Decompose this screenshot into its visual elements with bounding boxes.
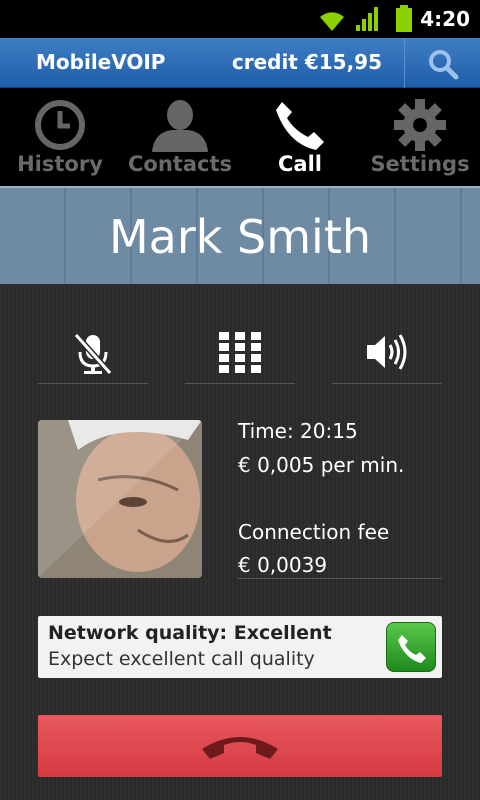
search-button[interactable]	[404, 38, 480, 88]
clock-icon	[35, 100, 85, 150]
divider	[38, 383, 148, 384]
phone-icon	[398, 635, 426, 663]
tab-call[interactable]: Call	[240, 88, 360, 186]
contact-name: Mark Smith	[108, 210, 372, 264]
person-icon	[152, 100, 208, 152]
battery-icon	[396, 5, 412, 32]
tab-label: History	[17, 152, 103, 176]
contact-photo	[38, 420, 202, 578]
tab-label: Contacts	[128, 152, 232, 176]
quality-phone-badge	[386, 622, 436, 672]
speaker-button[interactable]	[332, 324, 442, 384]
network-quality-panel: Network quality: Excellent Expect excell…	[38, 616, 442, 678]
tab-history[interactable]: History	[0, 88, 120, 186]
tab-label: Settings	[370, 152, 470, 176]
mute-button[interactable]	[38, 324, 148, 384]
app-title: MobileVOIP	[36, 50, 166, 74]
status-time: 4:20	[420, 7, 470, 31]
call-rate: € 0,005 per min.	[238, 453, 405, 477]
search-icon	[429, 50, 459, 80]
tab-settings[interactable]: Settings	[360, 88, 480, 186]
divider	[185, 383, 295, 384]
network-quality-title: Network quality: Excellent	[48, 622, 332, 644]
keypad-icon	[219, 332, 261, 373]
contact-photo-image	[38, 420, 202, 578]
divider	[332, 383, 442, 384]
phone-icon	[276, 102, 324, 150]
divider	[238, 578, 442, 579]
gear-icon	[394, 99, 446, 151]
signal-icon	[356, 7, 378, 31]
keypad-button[interactable]	[185, 324, 295, 384]
mic-off-icon	[73, 332, 113, 376]
connection-fee-label: Connection fee	[238, 520, 390, 544]
connection-fee-value: € 0,0039	[238, 553, 328, 577]
hang-up-icon	[202, 737, 278, 759]
hang-up-button[interactable]	[38, 715, 442, 777]
status-bar: 4:20	[0, 0, 480, 38]
tab-label: Call	[278, 152, 322, 176]
call-panel: Time: 20:15 € 0,005 per min. Connection …	[0, 284, 480, 800]
call-time: Time: 20:15	[238, 419, 358, 443]
speaker-icon	[367, 334, 407, 370]
credit-balance: credit €15,95	[231, 50, 382, 74]
app-header: MobileVOIP credit €15,95	[0, 38, 480, 88]
wifi-icon	[320, 12, 344, 32]
tab-contacts[interactable]: Contacts	[120, 88, 240, 186]
tab-bar: History Contacts Call Settings	[0, 88, 480, 186]
network-quality-subtitle: Expect excellent call quality	[48, 648, 315, 670]
contact-banner: Mark Smith	[0, 186, 480, 284]
